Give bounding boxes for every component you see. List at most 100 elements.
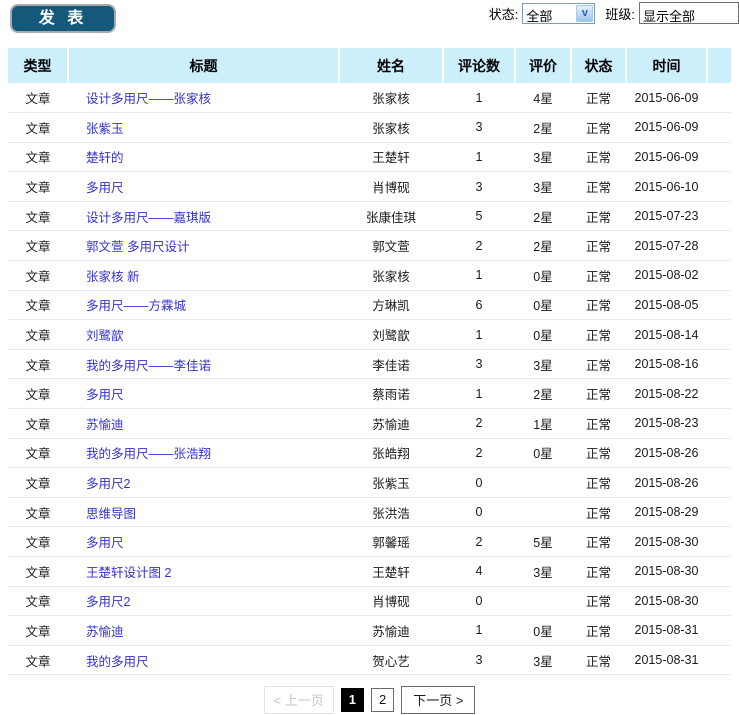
cell-date: 2015-06-09 — [626, 142, 707, 172]
cell-rating: 4星 — [515, 83, 571, 113]
table-row: 文章 设计多用尺——张家核 张家核 1 4星 正常 2015-06-09 — [8, 83, 731, 113]
cell-name: 肖博砚 — [339, 172, 443, 202]
cell-comments: 2 — [443, 409, 515, 439]
table-row: 文章 我的多用尺 贺心艺 3 3星 正常 2015-08-31 — [8, 645, 731, 675]
cell-name: 张紫玉 — [339, 468, 443, 498]
article-title-link[interactable]: 王楚轩设计图 2 — [86, 566, 171, 580]
cell-extra — [707, 231, 731, 261]
article-title-link[interactable]: 刘鹭歆 — [86, 329, 124, 343]
cell-title: 多用尺 — [68, 527, 339, 557]
cell-type: 文章 — [8, 379, 68, 409]
header-status: 状态 — [571, 48, 626, 83]
cell-type: 文章 — [8, 497, 68, 527]
article-title-link[interactable]: 张家核 新 — [86, 270, 139, 284]
cell-status: 正常 — [571, 497, 626, 527]
cell-extra — [707, 83, 731, 113]
article-title-link[interactable]: 多用尺——方霖城 — [86, 299, 186, 313]
page-button-1[interactable]: 1 — [341, 688, 364, 712]
cell-extra — [707, 261, 731, 291]
table-row: 文章 张紫玉 张家核 3 2星 正常 2015-06-09 — [8, 113, 731, 143]
cell-extra — [707, 172, 731, 202]
class-filter-select[interactable]: 显示全部 — [639, 2, 739, 24]
cell-extra — [707, 409, 731, 439]
publish-button[interactable]: 发 表 — [10, 4, 116, 33]
cell-status: 正常 — [571, 349, 626, 379]
cell-name: 张家核 — [339, 113, 443, 143]
article-title-link[interactable]: 我的多用尺——张浩翔 — [86, 447, 211, 461]
prev-page-button[interactable]: < 上一页 — [264, 686, 334, 714]
cell-comments: 3 — [443, 349, 515, 379]
class-filter-label: 班级: — [605, 4, 635, 23]
cell-title: 多用尺 — [68, 172, 339, 202]
cell-date: 2015-08-30 — [626, 527, 707, 557]
cell-extra — [707, 320, 731, 350]
cell-status: 正常 — [571, 83, 626, 113]
cell-extra — [707, 468, 731, 498]
cell-comments: 6 — [443, 290, 515, 320]
article-title-link[interactable]: 多用尺2 — [86, 595, 130, 609]
cell-status: 正常 — [571, 261, 626, 291]
cell-status: 正常 — [571, 142, 626, 172]
header-rating: 评价 — [515, 48, 571, 83]
cell-date: 2015-08-29 — [626, 497, 707, 527]
cell-rating: 0星 — [515, 261, 571, 291]
article-title-link[interactable]: 思维导图 — [86, 507, 136, 521]
cell-comments: 0 — [443, 497, 515, 527]
cell-type: 文章 — [8, 290, 68, 320]
cell-type: 文章 — [8, 586, 68, 616]
header-title: 标题 — [68, 48, 339, 83]
filter-bar: 状态: 全部 v 班级: 显示全部 — [489, 2, 739, 24]
article-title-link[interactable]: 多用尺 — [86, 388, 124, 402]
cell-extra — [707, 142, 731, 172]
cell-type: 文章 — [8, 616, 68, 646]
cell-extra — [707, 645, 731, 675]
cell-title: 设计多用尺——张家核 — [68, 83, 339, 113]
table-row: 文章 苏愉迪 苏愉迪 1 0星 正常 2015-08-31 — [8, 616, 731, 646]
table-row: 文章 思维导图 张洪浩 0 正常 2015-08-29 — [8, 497, 731, 527]
table-row: 文章 多用尺 蔡雨诺 1 2星 正常 2015-08-22 — [8, 379, 731, 409]
header-time: 时间 — [626, 48, 707, 83]
cell-rating: 3星 — [515, 172, 571, 202]
article-title-link[interactable]: 我的多用尺 — [86, 655, 149, 669]
cell-title: 思维导图 — [68, 497, 339, 527]
cell-rating: 0星 — [515, 290, 571, 320]
table-row: 文章 多用尺 肖博砚 3 3星 正常 2015-06-10 — [8, 172, 731, 202]
article-title-link[interactable]: 郭文萱 多用尺设计 — [86, 240, 189, 254]
cell-date: 2015-06-09 — [626, 83, 707, 113]
header-comments: 评论数 — [443, 48, 515, 83]
article-title-link[interactable]: 设计多用尺——张家核 — [86, 92, 211, 106]
article-title-link[interactable]: 多用尺 — [86, 536, 124, 550]
cell-rating: 3星 — [515, 645, 571, 675]
article-title-link[interactable]: 苏愉迪 — [86, 418, 124, 432]
article-title-link[interactable]: 楚轩的 — [86, 151, 124, 165]
article-title-link[interactable]: 多用尺 — [86, 181, 124, 195]
article-title-link[interactable]: 我的多用尺——李佳诺 — [86, 359, 211, 373]
cell-type: 文章 — [8, 320, 68, 350]
cell-date: 2015-08-23 — [626, 409, 707, 439]
cell-type: 文章 — [8, 172, 68, 202]
article-title-link[interactable]: 苏愉迪 — [86, 625, 124, 639]
cell-status: 正常 — [571, 438, 626, 468]
cell-comments: 3 — [443, 172, 515, 202]
cell-name: 肖博砚 — [339, 586, 443, 616]
cell-comments: 1 — [443, 83, 515, 113]
status-filter-select[interactable]: 全部 v — [522, 3, 595, 24]
cell-date: 2015-08-22 — [626, 379, 707, 409]
chevron-down-icon[interactable]: v — [576, 5, 593, 22]
cell-comments: 2 — [443, 527, 515, 557]
page-button-2[interactable]: 2 — [371, 688, 394, 712]
cell-rating — [515, 497, 571, 527]
article-title-link[interactable]: 多用尺2 — [86, 477, 130, 491]
table-row: 文章 楚轩的 王楚轩 1 3星 正常 2015-06-09 — [8, 142, 731, 172]
article-title-link[interactable]: 设计多用尺——嘉琪版 — [86, 211, 211, 225]
cell-rating: 1星 — [515, 409, 571, 439]
next-page-button[interactable]: 下一页 > — [401, 686, 475, 714]
cell-name: 郭馨瑶 — [339, 527, 443, 557]
cell-extra — [707, 201, 731, 231]
cell-date: 2015-08-16 — [626, 349, 707, 379]
cell-comments: 1 — [443, 261, 515, 291]
cell-rating: 2星 — [515, 231, 571, 261]
article-title-link[interactable]: 张紫玉 — [86, 122, 124, 136]
cell-comments: 0 — [443, 586, 515, 616]
page-buttons: 12 — [341, 688, 394, 712]
